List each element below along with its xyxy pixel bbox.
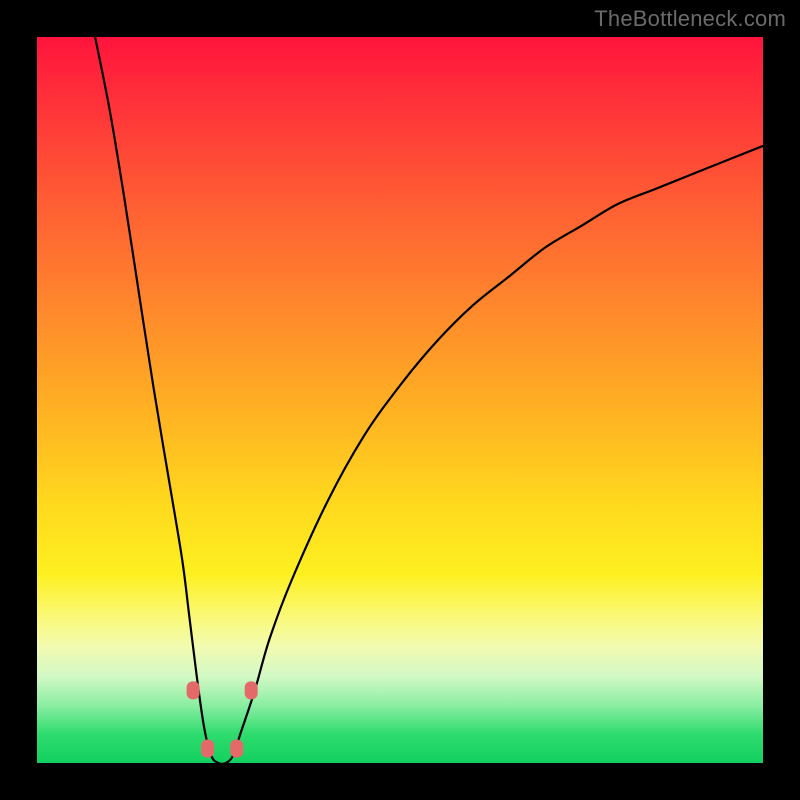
curve-marker [230,740,243,758]
curve-svg [37,37,763,763]
curve-marker [187,681,200,699]
curve-marker [201,740,214,758]
chart-frame: TheBottleneck.com [0,0,800,800]
watermark-text: TheBottleneck.com [594,6,786,32]
bottleneck-curve [95,37,763,764]
curve-marker [245,681,258,699]
curve-markers [187,681,258,757]
plot-area [37,37,763,763]
